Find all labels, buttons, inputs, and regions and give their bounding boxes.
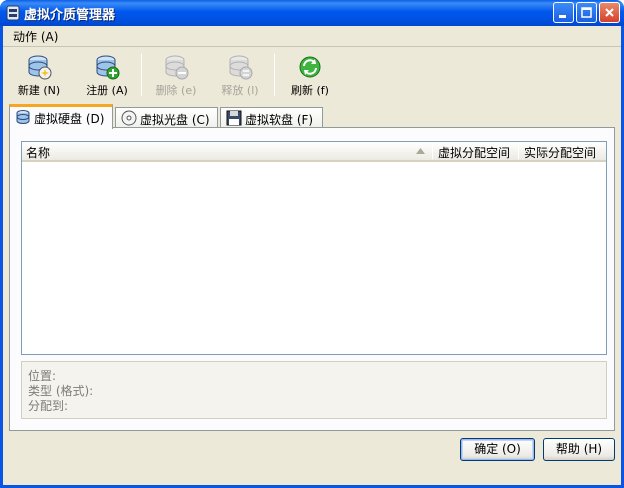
maximize-icon: [581, 7, 592, 18]
new-disk-icon: [28, 55, 52, 80]
ok-button[interactable]: 确定 (O): [460, 438, 535, 461]
register-label: 注册 (A): [86, 84, 128, 97]
list-header: 名称 虚拟分配空间 实际分配空间: [22, 142, 606, 162]
register-button[interactable]: 注册 (A): [79, 50, 135, 100]
cd-icon: [121, 110, 137, 126]
attached-label: 分配到:: [28, 399, 69, 413]
delete-button[interactable]: 删除 (e): [148, 50, 204, 100]
tab-floppy[interactable]: 虚拟软盘 (F): [220, 107, 323, 128]
release-disk-icon: [229, 55, 253, 80]
floppy-icon: [226, 110, 242, 126]
menu-divider: [3, 46, 621, 47]
toolbar-separator: [141, 54, 142, 96]
media-list[interactable]: 名称 虚拟分配空间 实际分配空间: [21, 141, 607, 355]
new-label: 新建 (N): [17, 84, 61, 97]
tab-floppy-label: 虚拟软盘 (F): [245, 113, 314, 127]
tab-hard-disks[interactable]: 虚拟硬盘 (D): [9, 104, 113, 129]
column-divider: [432, 145, 433, 159]
new-button[interactable]: 新建 (N): [11, 50, 67, 100]
hard-disk-icon: [16, 110, 30, 124]
toolbar: 新建 (N) 注册 (A) 删除 (e) 释放 (l) 刷新 (f): [3, 48, 621, 102]
menu-bar: 动作 (A): [3, 26, 621, 46]
tab-cd-dvd-label: 虚拟光盘 (C): [140, 113, 210, 127]
title-bar[interactable]: 虚拟介质管理器: [0, 0, 624, 26]
column-divider: [518, 145, 519, 159]
details-pane: 位置: 类型 (格式): 分配到:: [21, 361, 607, 419]
maximize-button[interactable]: [576, 2, 597, 23]
tab-hard-disks-label: 虚拟硬盘 (D): [34, 112, 105, 126]
help-button[interactable]: 帮助 (H): [543, 438, 615, 461]
refresh-icon: [299, 56, 321, 78]
minimize-button[interactable]: [553, 2, 574, 23]
minimize-icon: [559, 15, 566, 18]
menu-action[interactable]: 动作 (A): [9, 28, 62, 45]
toolbar-separator: [274, 54, 275, 96]
delete-disk-icon: [165, 55, 189, 80]
column-virtual-size[interactable]: 虚拟分配空间: [434, 142, 514, 162]
window-title: 虚拟介质管理器: [24, 8, 116, 23]
delete-label: 删除 (e): [155, 84, 197, 97]
column-actual-size[interactable]: 实际分配空间: [520, 142, 600, 162]
media-manager-window: 虚拟介质管理器 动作 (A) 新建 (N) 注册 (A) 删除 (e) 释放 (…: [0, 0, 624, 488]
close-button[interactable]: [599, 2, 620, 23]
app-icon: [6, 5, 20, 21]
release-button[interactable]: 释放 (l): [212, 50, 268, 100]
sort-ascending-icon: [416, 148, 425, 154]
close-icon: [605, 8, 614, 17]
refresh-label: 刷新 (f): [291, 84, 329, 97]
register-disk-icon: [96, 55, 120, 80]
tab-cd-dvd[interactable]: 虚拟光盘 (C): [115, 107, 218, 128]
release-label: 释放 (l): [221, 84, 259, 97]
tab-panel: 名称 虚拟分配空间 实际分配空间 位置: 类型 (格式): 分配到:: [9, 127, 615, 431]
column-name[interactable]: 名称: [22, 142, 54, 162]
refresh-button[interactable]: 刷新 (f): [282, 50, 338, 100]
